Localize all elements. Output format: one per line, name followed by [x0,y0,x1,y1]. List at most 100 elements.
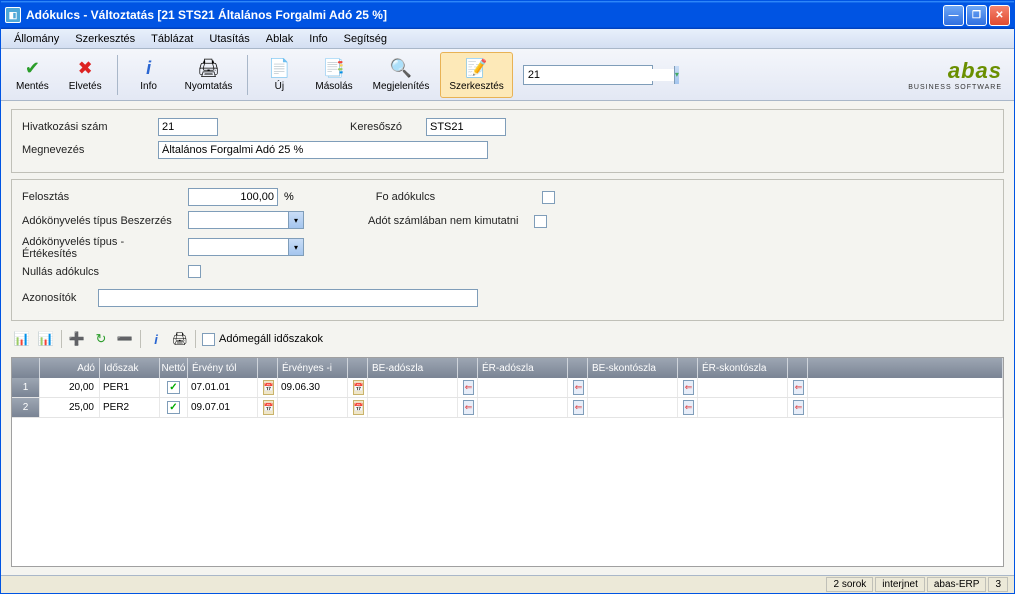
remove-row-icon[interactable]: 📊 [37,330,55,348]
lookup-icon[interactable]: ⇐ [573,380,584,395]
record-selector-input[interactable] [524,69,674,81]
adomegall-checkbox[interactable] [202,333,215,346]
table-add-icon[interactable]: ➕ [68,330,86,348]
col-ado[interactable]: Adó [40,358,100,378]
cell-be-adoszla[interactable] [368,378,458,397]
table-row[interactable]: 1✓📅📅⇐⇐⇐⇐ [12,378,1003,398]
col-rownum[interactable] [12,358,40,378]
adokert-combo[interactable]: ▾ [188,238,304,258]
cell-be-skontoszla[interactable] [588,398,678,417]
chevron-down-icon[interactable]: ▾ [674,66,679,84]
adomegall-toggle[interactable]: Adómegáll időszakok [202,333,323,346]
table-row[interactable]: 2✓📅📅⇐⇐⇐⇐ [12,398,1003,418]
nullas-checkbox[interactable] [188,265,201,278]
menu-tablazat[interactable]: Táblázat [144,31,200,47]
ervenytol-input[interactable] [191,402,254,413]
menu-allomany[interactable]: Állomány [7,31,66,47]
idoszak-input[interactable] [103,402,156,413]
er-adoszla-input[interactable] [481,402,564,413]
idoszak-input[interactable] [103,382,156,393]
col-er-adoszla[interactable]: ÉR-adószla [478,358,568,378]
cell-ervenytol[interactable] [188,398,258,417]
cell-be-skontoszla[interactable] [588,378,678,397]
menu-info[interactable]: Info [302,31,334,47]
ado-input[interactable] [43,382,96,393]
col-be-adoszla[interactable]: BE-adószla [368,358,458,378]
cell-ervenytol[interactable] [188,378,258,397]
record-selector[interactable]: ▾ [523,65,653,85]
adokbesz-input[interactable] [188,211,288,229]
calendar-icon[interactable]: 📅 [263,400,275,415]
print-button[interactable]: 🖨 Nyomtatás [176,52,242,98]
calendar-icon[interactable]: 📅 [263,380,275,395]
calendar-icon[interactable]: 📅 [353,380,365,395]
ervenytol-input[interactable] [191,382,254,393]
copy-button[interactable]: 📑 Másolás [306,52,361,98]
be-adoszla-input[interactable] [371,382,454,393]
cell-be-adoszla[interactable] [368,398,458,417]
cell-netto[interactable]: ✓ [160,378,188,397]
save-button[interactable]: ✔ Mentés [7,52,58,98]
fo-adokulcs-checkbox[interactable] [542,191,555,204]
col-netto[interactable]: Nettó [160,358,188,378]
cell-ervenyesi[interactable] [278,398,348,417]
edit-button[interactable]: 📝 Szerkesztés [440,52,512,98]
menu-utasitas[interactable]: Utasítás [202,31,256,47]
menu-szerkesztes[interactable]: Szerkesztés [68,31,142,47]
cell-ervenyesi[interactable] [278,378,348,397]
cell-er-adoszla[interactable] [478,378,568,397]
ervenyesi-input[interactable] [281,402,344,413]
lookup-icon[interactable]: ⇐ [683,400,694,415]
table-refresh-icon[interactable]: ↻ [92,330,110,348]
cell-er-adoszla[interactable] [478,398,568,417]
azonositok-input[interactable] [98,289,478,307]
cell-idoszak[interactable] [100,398,160,417]
info-button[interactable]: i Info [124,52,174,98]
view-button[interactable]: 🔍 Megjelenítés [364,52,439,98]
menu-segitseg[interactable]: Segítség [337,31,394,47]
maximize-button[interactable]: ❐ [966,5,987,26]
chevron-down-icon[interactable]: ▾ [288,238,304,256]
minimize-button[interactable]: — [943,5,964,26]
netto-checkbox[interactable]: ✓ [167,401,180,414]
info-icon[interactable]: i [147,330,165,348]
grid-body[interactable]: 1✓📅📅⇐⇐⇐⇐2✓📅📅⇐⇐⇐⇐ [12,378,1003,566]
cell-idoszak[interactable] [100,378,160,397]
cell-netto[interactable]: ✓ [160,398,188,417]
col-ervenyesi[interactable]: Érvényes -i [278,358,348,378]
cell-ado[interactable] [40,378,100,397]
col-be-skontoszla[interactable]: BE-skontószla [588,358,678,378]
netto-checkbox[interactable]: ✓ [167,381,180,394]
close-button[interactable]: ✕ [989,5,1010,26]
calendar-icon[interactable]: 📅 [353,400,365,415]
ado-input[interactable] [43,402,96,413]
printer-icon[interactable]: 🖨 [171,330,189,348]
adokbesz-combo[interactable]: ▾ [188,211,304,231]
add-row-icon[interactable]: 📊 [13,330,31,348]
er-skontoszla-input[interactable] [701,402,784,413]
megnevezes-input[interactable] [158,141,488,159]
new-button[interactable]: 📄 Új [254,52,304,98]
col-er-skontoszla[interactable]: ÉR-skontószla [698,358,788,378]
lookup-icon[interactable]: ⇐ [793,400,804,415]
be-adoszla-input[interactable] [371,402,454,413]
keresoszo-input[interactable] [426,118,506,136]
chevron-down-icon[interactable]: ▾ [288,211,304,229]
lookup-icon[interactable]: ⇐ [463,400,474,415]
be-skontoszla-input[interactable] [591,402,674,413]
lookup-icon[interactable]: ⇐ [463,380,474,395]
cell-er-skontoszla[interactable] [698,398,788,417]
hivatk-input[interactable] [158,118,218,136]
col-ervenytol[interactable]: Érvény tól [188,358,258,378]
ervenyesi-input[interactable] [281,382,344,393]
adot-szaml-checkbox[interactable] [534,215,547,228]
lookup-icon[interactable]: ⇐ [683,380,694,395]
er-adoszla-input[interactable] [481,382,564,393]
lookup-icon[interactable]: ⇐ [793,380,804,395]
lookup-icon[interactable]: ⇐ [573,400,584,415]
er-skontoszla-input[interactable] [701,382,784,393]
cell-er-skontoszla[interactable] [698,378,788,397]
table-delete-icon[interactable]: ➖ [116,330,134,348]
col-idoszak[interactable]: Időszak [100,358,160,378]
be-skontoszla-input[interactable] [591,382,674,393]
